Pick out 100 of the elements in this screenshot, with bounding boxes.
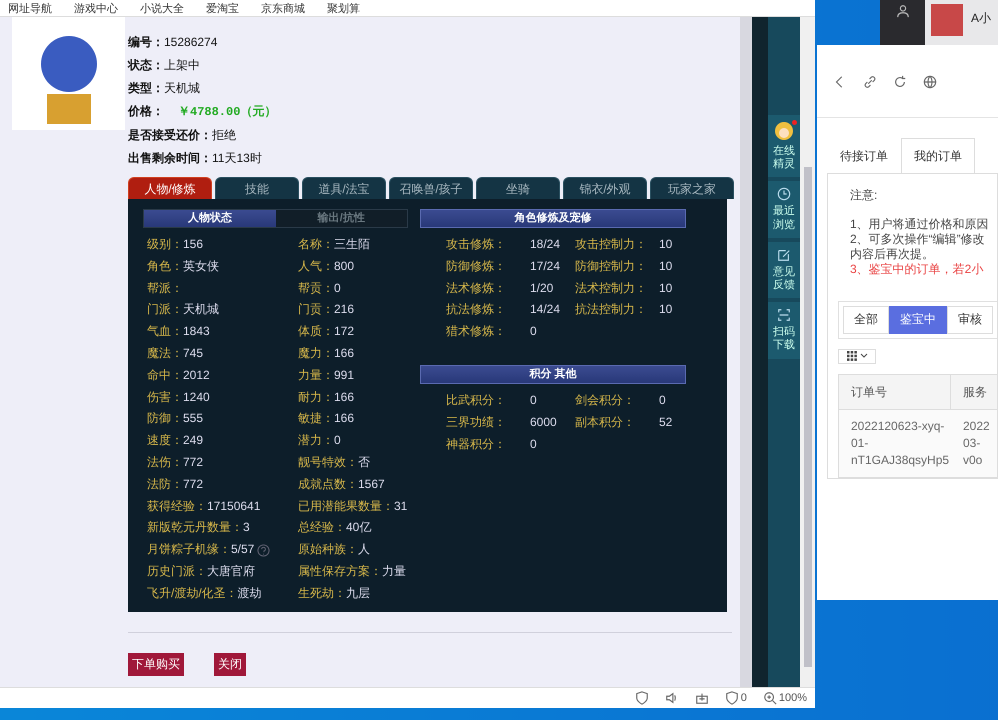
dock-item[interactable]: 最近浏览 [768,181,800,238]
grid-icon [846,351,856,362]
bookmark-link[interactable]: 小说大全 [140,2,184,16]
filter-button[interactable]: 全部 [843,306,889,334]
stat-value: 0 [334,280,341,297]
stat-label: 潜力： [298,432,334,450]
scrollbar-thumb[interactable] [804,167,812,667]
contact-name[interactable]: A小 [971,10,992,27]
stat-label: 人气： [298,258,334,275]
stat-value: 0 [334,432,341,450]
category-tab[interactable]: 玩家之家 [650,177,734,199]
stat-value: 249 [183,432,204,450]
stat-value: 0 [530,436,538,453]
category-tab[interactable]: 坐骑 [476,177,560,199]
stat-value: 17/24 [530,258,562,275]
filter-button[interactable]: 审核 [947,306,993,334]
stat-value: 772 [183,454,204,471]
stat-value: 1240 [183,388,210,406]
stat-value: 0 [530,323,538,340]
stat-label: 神器积分： [446,436,507,453]
note-text: 2、可多次操作“编辑”修改 [850,232,986,246]
stat-value: 772 [183,476,204,493]
action-button[interactable]: 关闭 [214,653,246,676]
help-icon[interactable] [257,544,270,557]
caret-icon [860,353,868,360]
globe-icon[interactable] [923,75,937,89]
shield-icon[interactable] [634,691,649,705]
stat-label: 攻击修炼： [446,236,507,253]
stat-label: 法伤： [147,454,183,471]
package-icon[interactable] [694,691,709,705]
stat-value: 0 [530,392,538,409]
stat-label: 生死劫： [298,584,346,602]
bookmark-link[interactable]: 京东商城 [261,2,305,16]
action-button[interactable]: 下单购买 [128,653,184,676]
stat-label: 猎术修炼： [446,323,507,340]
category-tab[interactable]: 技能 [215,177,299,199]
stats-subtab[interactable]: 输出/抗性 [276,210,407,227]
category-tab[interactable]: 召唤兽/孩子 [389,177,473,199]
edit-icon[interactable] [777,248,791,262]
stat-label: 飞升/渡劫/化圣： [147,584,238,602]
speaker-icon[interactable] [664,691,679,705]
stat-label: 靓号特效： [298,454,358,471]
section-header: 积分 其他 [420,364,686,384]
shield-icon[interactable] [724,691,739,705]
clock-icon[interactable] [777,187,791,202]
stat-value: 英女侠 [183,258,219,275]
table-cell: 2022120623-xyq- 01- nT1GAJ38qsyHp5 [839,410,951,477]
refresh-icon[interactable] [893,75,907,89]
table-cell: 2022 03- v0o [951,410,997,477]
order-tab[interactable]: 我的订单 [901,138,975,174]
avatar-icon [774,121,794,141]
stat-label: 帮贡： [298,280,334,297]
stat-label: 气血： [147,323,183,340]
link-icon[interactable] [863,75,877,89]
stat-label: 敏捷： [298,410,334,428]
note-text: 内容后再次提。 [850,246,935,262]
stat-value: 10 [659,280,674,297]
stats-subtab[interactable]: 人物状态 [144,210,276,227]
category-tab[interactable]: 人物/修炼 [128,177,212,199]
stat-label: 三界功绩： [446,414,507,431]
scan-icon[interactable] [777,308,791,322]
stat-value: 6000 [530,414,558,431]
dock-item[interactable]: 扫码下载 [768,302,800,358]
stat-value: 5/57 [231,541,254,558]
column-menu-button[interactable] [838,348,876,364]
stat-label: 历史门派： [147,562,207,580]
stat-value: 17150641 [207,498,260,515]
stat-value: 40亿 [346,519,372,536]
stat-label: 防御修炼： [446,258,507,275]
category-tab[interactable]: 锦衣/外观 [563,177,647,199]
stat-label: 法防： [147,476,183,493]
bookmark-link[interactable]: 聚划算 [327,2,360,16]
filter-button[interactable]: 鉴宝中 [889,306,947,334]
stat-label: 获得经验： [147,498,207,515]
stat-label: 月饼粽子机缘： [147,541,231,558]
dock-item[interactable]: 在线精灵 [768,115,800,178]
zoom-level[interactable]: 100% [778,692,807,704]
bookmark-link[interactable]: 爱淘宝 [206,2,239,16]
note-text: 3、鉴宝中的订单，若2小 [850,262,984,276]
stat-value: 2012 [183,366,210,384]
blocked-count: 0 [740,692,747,704]
stat-label: 力量： [298,366,334,384]
scrollbar-track[interactable] [740,17,752,687]
stat-value: 0 [659,392,667,409]
bookmark-link[interactable]: 网址导航 [8,2,52,16]
user-icon[interactable] [896,4,910,18]
stat-label: 新版乾元丹数量： [147,519,243,536]
note-text: 1、用户将通过价格和原因 [850,216,990,232]
stat-label: 已用潜能果数量： [298,498,394,515]
stat-label: 副本积分： [575,414,636,431]
stat-value: 800 [334,258,354,275]
stat-label: 帮派： [147,280,183,297]
bookmark-link[interactable]: 游戏中心 [74,2,118,16]
dock-item[interactable]: 意见反馈 [768,242,800,298]
stat-label: 名称： [298,236,334,253]
stat-label: 属性保存方案： [298,562,382,580]
category-tab[interactable]: 道具/法宝 [302,177,386,199]
stat-label: 比武积分： [446,392,507,409]
zoom-icon[interactable] [762,691,777,705]
listing-field: 编号：15286274 [128,33,276,51]
